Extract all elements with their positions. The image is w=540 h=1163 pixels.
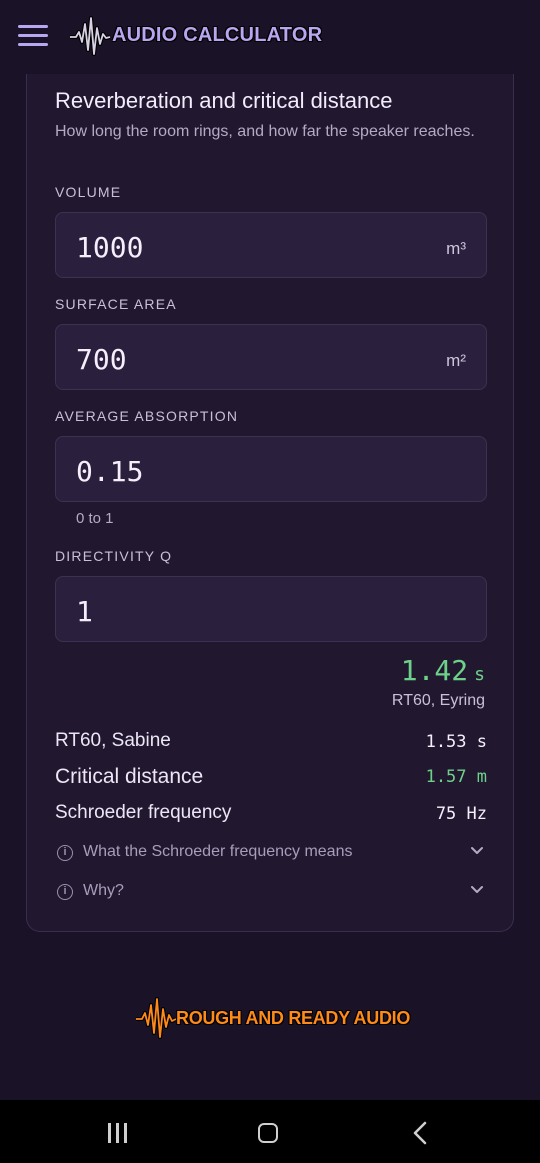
result-row-rt60-sabine: RT60, Sabine 1.53 s bbox=[55, 730, 487, 758]
top-app-bar: AUDIO CALCULATOR bbox=[0, 0, 540, 72]
rt60-eyring-result: 1.42 s bbox=[401, 654, 485, 687]
rt60-sabine-value: 1.53 s bbox=[425, 732, 487, 752]
app-screen: AUDIO CALCULATOR Reverberation and criti… bbox=[0, 0, 540, 1163]
absorption-hint: 0 to 1 bbox=[76, 510, 114, 527]
schroeder-value: 75 Hz bbox=[435, 804, 487, 824]
surface-area-input[interactable]: 700 m² bbox=[55, 324, 487, 390]
info-icon: i bbox=[57, 845, 73, 861]
back-icon[interactable] bbox=[410, 1121, 432, 1145]
waveform-logo-icon bbox=[136, 997, 177, 1039]
why-label: Why? bbox=[83, 882, 124, 899]
why-expander[interactable]: i Why? bbox=[55, 879, 487, 907]
system-navigation-bar bbox=[0, 1100, 540, 1163]
app-title: AUDIO CALCULATOR bbox=[112, 24, 323, 46]
reverb-calculator-card: Reverberation and critical distance How … bbox=[26, 74, 514, 932]
hamburger-menu-icon[interactable] bbox=[18, 25, 48, 47]
rt60-eyring-unit: s bbox=[474, 664, 485, 685]
rt60-eyring-caption: RT60, Eyring bbox=[391, 692, 485, 709]
rt60-sabine-label: RT60, Sabine bbox=[55, 730, 171, 751]
volume-input[interactable]: 1000 m³ bbox=[55, 212, 487, 278]
schroeder-label: Schroeder frequency bbox=[55, 802, 232, 823]
footer-brand-logo: ROUGH AND READY AUDIO bbox=[134, 996, 414, 1040]
schroeder-explainer-label: What the Schroeder frequency means bbox=[83, 843, 353, 860]
surface-area-unit: m² bbox=[446, 351, 466, 370]
home-icon[interactable] bbox=[258, 1123, 278, 1143]
result-row-critical-distance: Critical distance 1.57 m bbox=[55, 765, 487, 793]
result-row-schroeder: Schroeder frequency 75 Hz bbox=[55, 802, 487, 830]
surface-area-label: SURFACE AREA bbox=[55, 296, 177, 312]
directivity-label: DIRECTIVITY Q bbox=[55, 548, 173, 564]
absorption-value: 0.15 bbox=[76, 455, 144, 488]
volume-value: 1000 bbox=[76, 231, 144, 264]
critical-distance-value: 1.57 m bbox=[425, 767, 487, 787]
waveform-logo-icon bbox=[70, 16, 111, 56]
chevron-down-icon bbox=[471, 847, 483, 854]
info-icon: i bbox=[57, 884, 73, 900]
rt60-eyring-value: 1.42 bbox=[400, 654, 469, 687]
absorption-label: AVERAGE ABSORPTION bbox=[55, 408, 239, 424]
volume-label: VOLUME bbox=[55, 184, 122, 200]
chevron-down-icon bbox=[471, 886, 483, 893]
card-title: Reverberation and critical distance bbox=[55, 88, 393, 113]
volume-unit: m³ bbox=[446, 239, 466, 258]
critical-distance-label: Critical distance bbox=[55, 765, 204, 788]
surface-area-value: 700 bbox=[76, 343, 127, 376]
schroeder-explainer-expander[interactable]: i What the Schroeder frequency means bbox=[55, 840, 487, 868]
absorption-input[interactable]: 0.15 bbox=[55, 436, 487, 502]
directivity-input[interactable]: 1 bbox=[55, 576, 487, 642]
footer-brand-text: ROUGH AND READY AUDIO bbox=[176, 1008, 411, 1028]
recent-apps-icon[interactable] bbox=[106, 1123, 128, 1143]
card-subtitle: How long the room rings, and how far the… bbox=[55, 123, 475, 140]
directivity-value: 1 bbox=[76, 595, 93, 628]
